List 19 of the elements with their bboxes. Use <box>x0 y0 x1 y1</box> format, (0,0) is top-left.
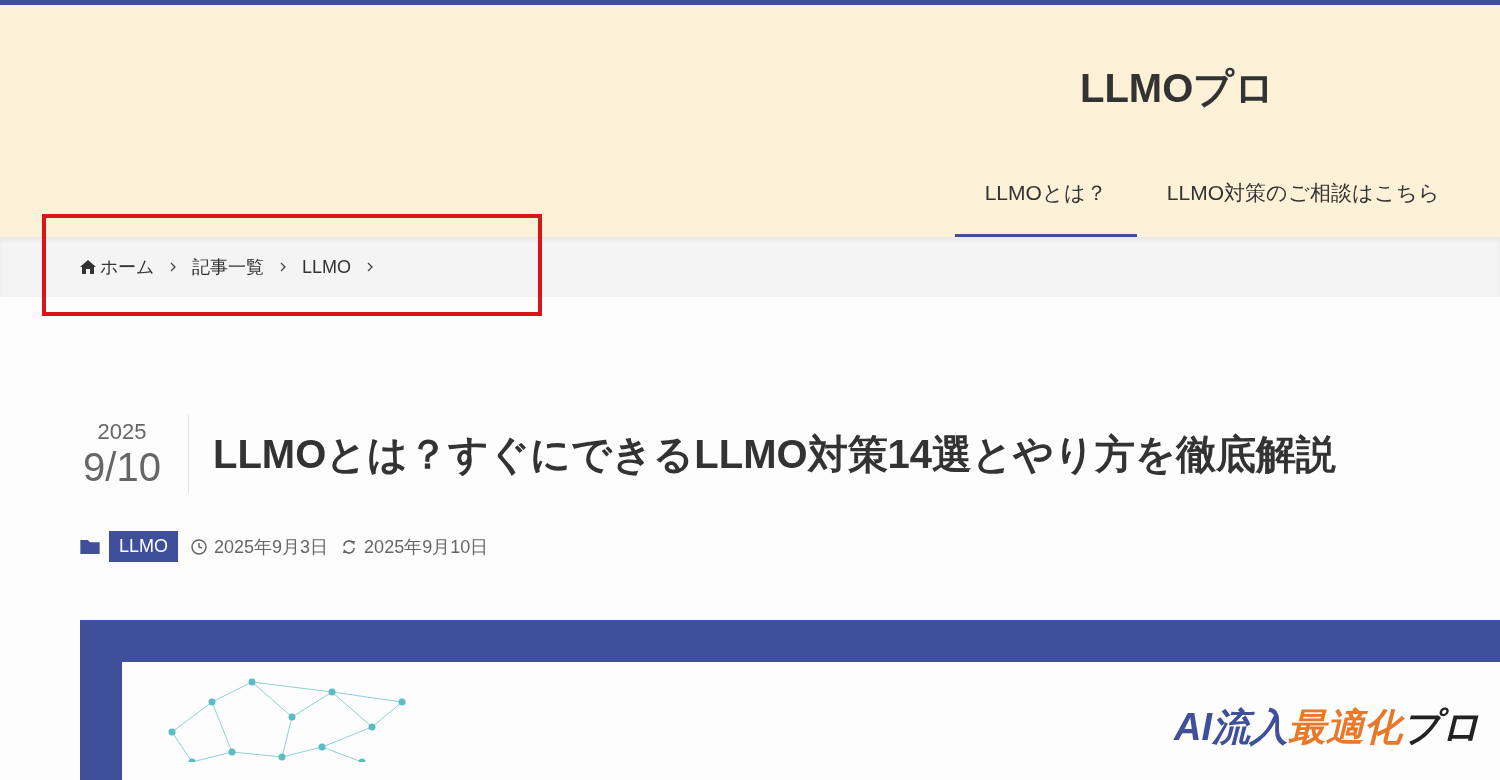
post-title: LLMOとは？すぐにできるLLMO対策14選とやり方を徹底解説 <box>213 430 1337 478</box>
folder-icon <box>80 539 100 554</box>
site-title[interactable]: LLMOプロ <box>1080 66 1276 110</box>
nav-link[interactable]: LLMO対策のご相談はこちら <box>1136 165 1470 237</box>
updated-date: 2025年9月10日 <box>364 535 489 559</box>
chevron-icon <box>280 262 286 272</box>
breadcrumb-link[interactable]: 記事一覧 <box>192 255 264 279</box>
published-date: 2025年9月3日 <box>214 535 329 559</box>
category-tag[interactable]: LLMO <box>109 531 179 562</box>
refresh-icon <box>341 538 358 555</box>
breadcrumb-link[interactable]: ホーム <box>100 255 154 279</box>
breadcrumb-link[interactable]: LLMO <box>302 256 352 278</box>
home-icon <box>80 260 96 274</box>
chevron-icon <box>170 262 176 272</box>
chevron-icon <box>367 262 374 272</box>
date-year: 2025 <box>97 419 147 445</box>
date-day: 9/10 <box>83 445 161 489</box>
logo-text: AI流入 <box>1174 706 1288 748</box>
clock-icon <box>191 538 208 555</box>
